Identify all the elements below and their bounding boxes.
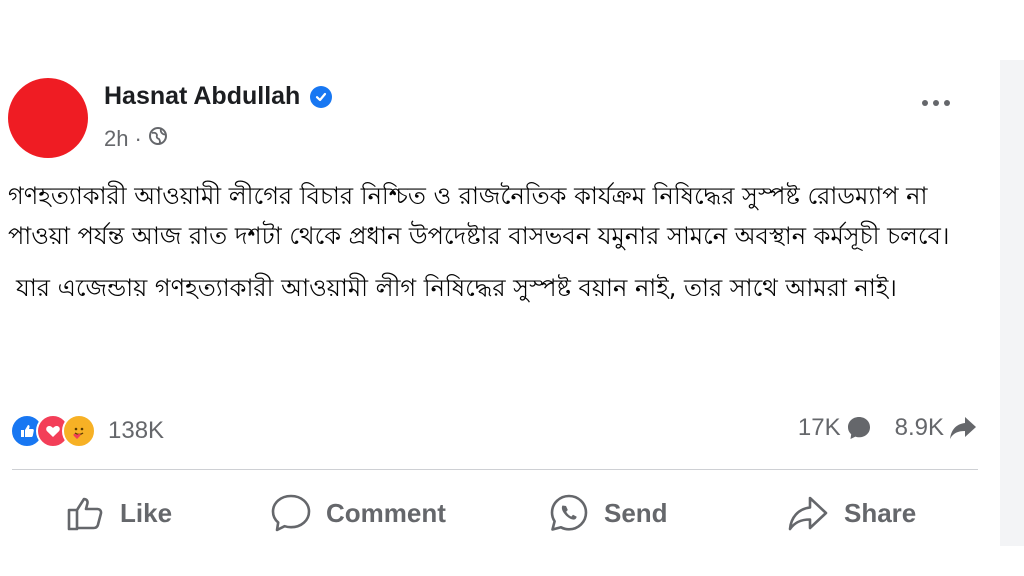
meta-separator: · bbox=[134, 126, 142, 151]
share-label: Share bbox=[844, 497, 917, 528]
post-time[interactable]: 2h bbox=[104, 126, 128, 152]
whatsapp-icon bbox=[550, 494, 588, 531]
comment-count-stat[interactable]: 17K bbox=[798, 414, 873, 442]
share-count: 8.9K bbox=[894, 414, 944, 441]
share-count-stat[interactable]: 8.9K bbox=[895, 414, 978, 442]
engagement-stats: 17K 8.9K bbox=[798, 414, 978, 442]
reaction-count[interactable]: 138K bbox=[108, 417, 164, 445]
post-content: গণহত্যাকারী আওয়ামী লীগের বিচার নিশ্চিত … bbox=[8, 176, 983, 308]
share-icon bbox=[788, 496, 828, 531]
share-button[interactable]: Share bbox=[786, 488, 916, 538]
comment-count: 17K bbox=[797, 414, 841, 441]
care-reaction-icon bbox=[62, 414, 96, 448]
send-label: Send bbox=[604, 497, 668, 528]
more-options-icon[interactable] bbox=[922, 100, 950, 106]
globe-icon[interactable] bbox=[148, 126, 168, 152]
post-paragraph: গণহত্যাকারী আওয়ামী লীগের বিচার নিশ্চিত … bbox=[8, 182, 950, 250]
post-author: Hasnat Abdullah bbox=[104, 82, 333, 111]
post-meta: 2h · bbox=[104, 126, 168, 152]
comment-bubble-icon bbox=[847, 417, 870, 439]
comment-icon bbox=[271, 494, 311, 532]
comment-button[interactable]: Comment bbox=[270, 488, 446, 538]
share-arrow-icon bbox=[950, 417, 976, 439]
like-button[interactable]: Like bbox=[66, 488, 172, 538]
like-label: Like bbox=[120, 497, 173, 528]
post-action-bar: Like Comment Send Share bbox=[0, 488, 1000, 538]
scrollbar-track[interactable] bbox=[1000, 60, 1024, 546]
thumbs-up-icon bbox=[67, 497, 103, 531]
author-name[interactable]: Hasnat Abdullah bbox=[104, 82, 300, 111]
divider bbox=[12, 469, 978, 470]
verified-badge-icon bbox=[310, 85, 333, 108]
avatar[interactable] bbox=[8, 78, 88, 158]
post-paragraph: যার এজেন্ডায় গণহত্যাকারী আওয়ামী লীগ নি… bbox=[16, 274, 897, 302]
comment-label: Comment bbox=[326, 497, 446, 528]
reaction-summary[interactable]: 138K bbox=[10, 414, 164, 448]
send-button[interactable]: Send bbox=[548, 488, 668, 538]
